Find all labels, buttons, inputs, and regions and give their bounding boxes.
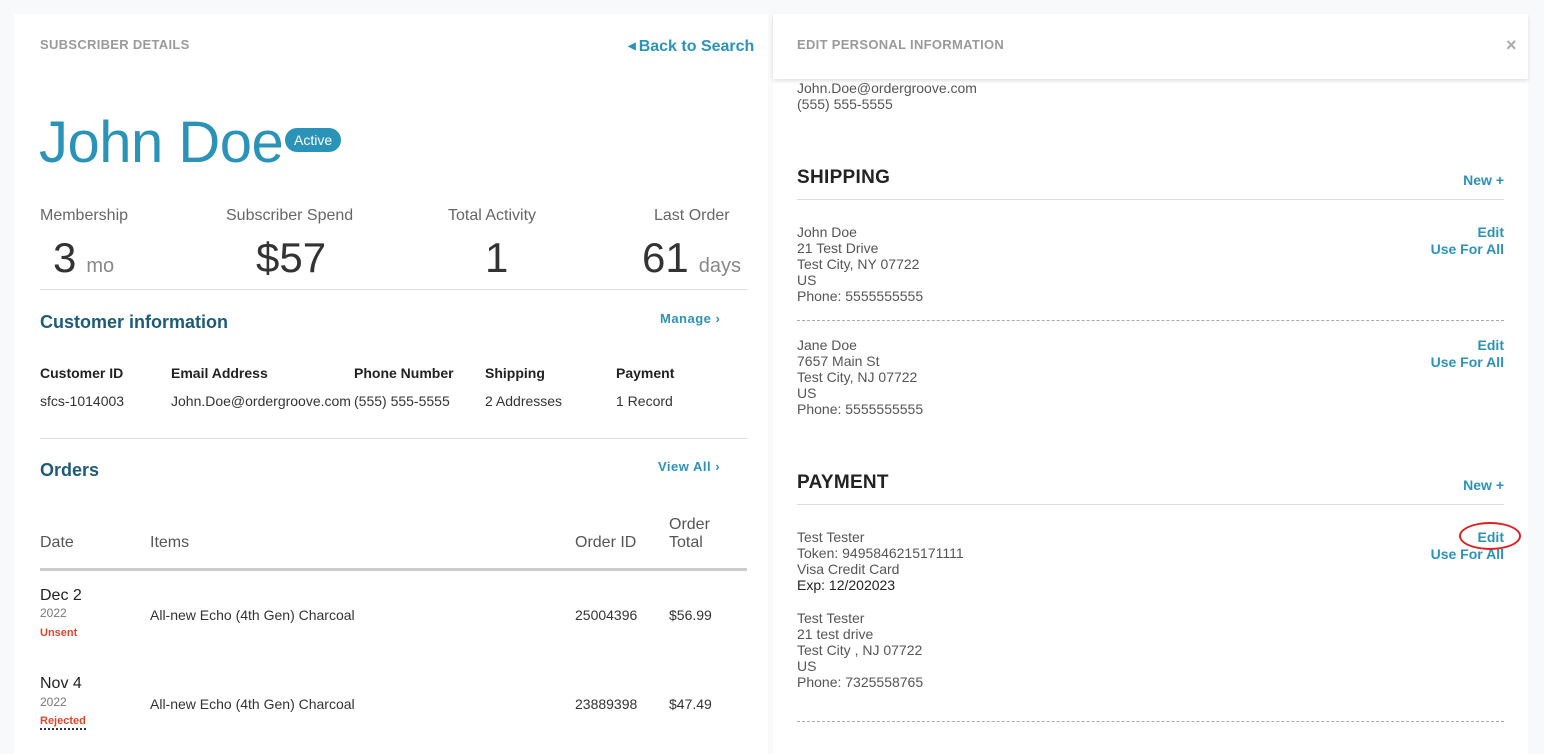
- address-city: Test City, NY 07722: [797, 256, 920, 272]
- payment-token: Token: 9495846215171111: [797, 545, 964, 561]
- stat-spend-label: Subscriber Spend: [226, 207, 354, 224]
- orders-header-items: Items: [150, 534, 190, 551]
- contact-email: John.Doe@ordergroove.com: [797, 80, 977, 96]
- close-icon[interactable]: ×: [1506, 35, 1517, 56]
- back-to-search-link[interactable]: ◀ Back to Search: [628, 38, 754, 56]
- view-all-link[interactable]: View All ›: [658, 459, 720, 474]
- billing-phone: Phone: 7325558765: [797, 674, 924, 690]
- order-year: 2022: [40, 695, 67, 709]
- customer-info-title: Customer information: [40, 312, 229, 332]
- order-id: 25004396: [575, 607, 638, 623]
- dashed-divider: [797, 721, 1504, 722]
- address-city: Test City, NJ 07722: [797, 369, 918, 385]
- new-shipping-button[interactable]: New +: [1463, 172, 1504, 188]
- address-country: US: [797, 272, 817, 288]
- edit-address-button[interactable]: Edit: [1478, 337, 1504, 353]
- order-id: 23889398: [575, 696, 638, 712]
- order-total: $56.99: [669, 607, 712, 623]
- orders-header-order-id: Order ID: [575, 534, 637, 551]
- orders-header-order-total: Order Total: [669, 516, 710, 551]
- payment-name: Test Tester: [797, 529, 865, 545]
- ci-phone: (555) 555-5555: [354, 393, 450, 409]
- address-phone: Phone: 5555555555: [797, 401, 924, 417]
- subscriber-name: John Doe: [39, 110, 284, 175]
- order-date: Nov 4: [40, 675, 82, 692]
- orders-title: Orders: [40, 460, 100, 480]
- ci-customer-id: sfcs-1014003: [40, 393, 125, 409]
- billing-city: Test City , NJ 07722: [797, 642, 923, 658]
- divider: [797, 504, 1504, 505]
- address-country: US: [797, 385, 817, 401]
- new-payment-button[interactable]: New +: [1463, 477, 1504, 493]
- payment-card-type: Visa Credit Card: [797, 561, 900, 577]
- stat-last-order-label: Last Order: [654, 207, 730, 224]
- edit-personal-info-panel: John.Doe@ordergroove.com (555) 555-5555 …: [773, 14, 1528, 754]
- back-link-label: Back to Search: [638, 38, 755, 55]
- dashed-divider: [797, 320, 1504, 321]
- billing-line1: 21 test drive: [797, 626, 874, 642]
- ci-shipping: 2 Addresses: [485, 393, 563, 409]
- payment-title: PAYMENT: [797, 472, 889, 493]
- panel-header: EDIT PERSONAL INFORMATION ×: [773, 14, 1528, 79]
- divider: [40, 438, 747, 439]
- use-for-all-button[interactable]: Use For All: [1431, 241, 1504, 257]
- address-phone: Phone: 5555555555: [797, 288, 924, 304]
- stat-activity-label: Total Activity: [448, 207, 537, 224]
- order-year: 2022: [40, 606, 67, 620]
- contact-phone: (555) 555-5555: [797, 96, 893, 112]
- edit-address-button[interactable]: Edit: [1478, 224, 1504, 240]
- stat-activity-value: 1: [485, 234, 509, 281]
- order-status: Unsent: [40, 627, 78, 639]
- stat-spend-value: $57: [256, 234, 327, 281]
- section-label: SUBSCRIBER DETAILS: [40, 37, 190, 52]
- ci-payment: 1 Record: [616, 393, 673, 409]
- ci-header-payment: Payment: [616, 365, 675, 381]
- order-total: $47.49: [669, 696, 712, 712]
- address-name: John Doe: [797, 224, 857, 240]
- highlight-circle: [1459, 522, 1521, 550]
- divider: [797, 199, 1504, 200]
- ci-header-shipping: Shipping: [485, 365, 545, 381]
- billing-name: Test Tester: [797, 610, 865, 626]
- order-status: Rejected: [40, 715, 86, 730]
- stat-membership-label: Membership: [40, 207, 129, 224]
- ci-header-customer-id: Customer ID: [40, 365, 124, 381]
- address-line1: 7657 Main St: [797, 353, 880, 369]
- divider: [40, 289, 747, 290]
- caret-left-icon: ◀: [628, 41, 636, 52]
- address-line1: 21 Test Drive: [797, 240, 879, 256]
- shipping-title: SHIPPING: [797, 167, 891, 188]
- manage-link[interactable]: Manage ›: [660, 311, 720, 326]
- ci-header-email: Email Address: [171, 365, 268, 381]
- address-name: Jane Doe: [797, 337, 857, 353]
- status-badge: Active: [285, 128, 342, 152]
- ci-header-phone: Phone Number: [354, 365, 454, 381]
- section-label: EDIT PERSONAL INFORMATION: [797, 37, 1005, 52]
- order-item: All-new Echo (4th Gen) Charcoal: [150, 696, 355, 712]
- order-item: All-new Echo (4th Gen) Charcoal: [150, 607, 355, 623]
- order-date: Dec 2: [40, 587, 82, 604]
- stat-membership-value: 3 mo: [53, 234, 115, 281]
- stat-last-order-value: 61 days: [642, 234, 741, 281]
- orders-header-rule: [40, 568, 747, 571]
- payment-expiration: Exp: 12/202023: [797, 577, 896, 593]
- subscriber-details-panel: SUBSCRIBER DETAILS ◀ Back to Search John …: [14, 14, 768, 754]
- use-for-all-button[interactable]: Use For All: [1431, 354, 1504, 370]
- ci-email: John.Doe@ordergroove.com: [171, 393, 351, 409]
- billing-country: US: [797, 658, 817, 674]
- orders-header-date: Date: [40, 534, 74, 551]
